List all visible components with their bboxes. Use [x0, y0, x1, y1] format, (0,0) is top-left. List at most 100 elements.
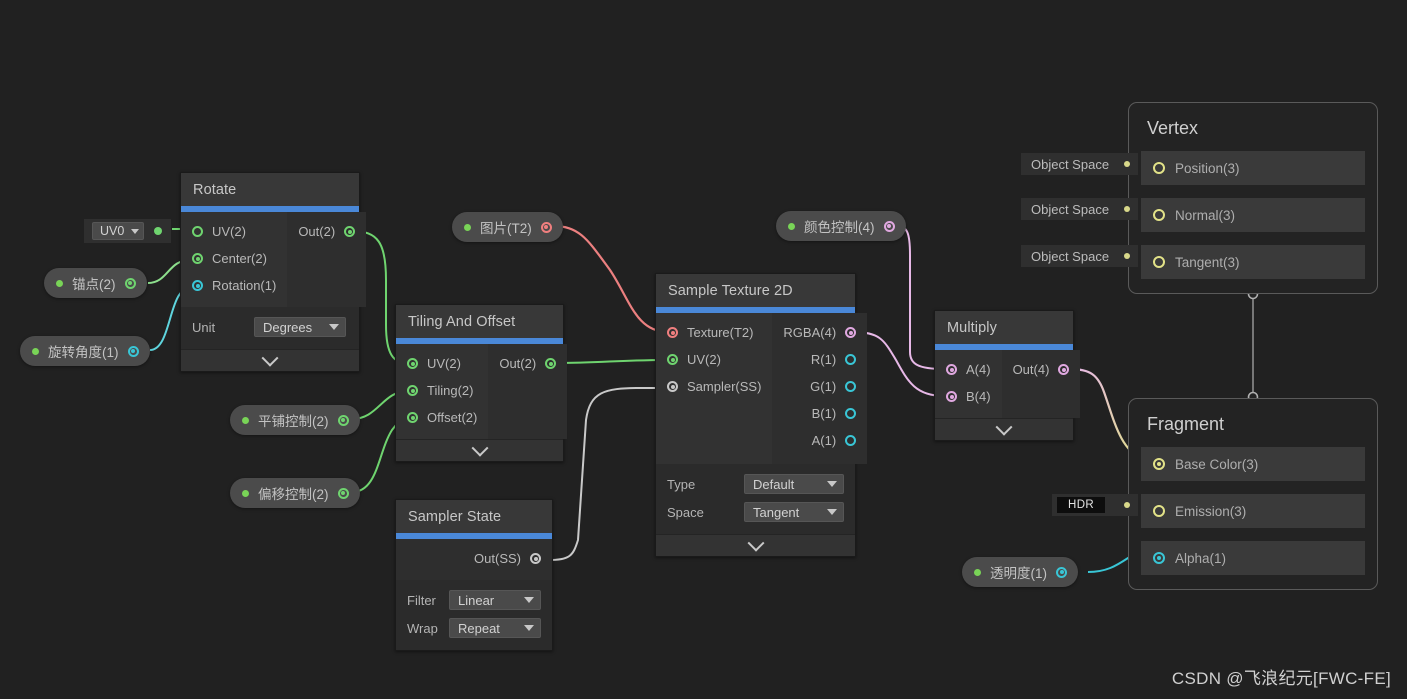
port-slot[interactable] — [845, 327, 857, 338]
hdr-selector-dot[interactable] — [1124, 502, 1130, 508]
port-slot[interactable] — [407, 385, 418, 396]
output-port-g[interactable]: G(1) — [772, 373, 867, 400]
port-slot[interactable] — [192, 253, 203, 264]
node-multiply[interactable]: Multiply A(4) B(4) Out(4) — [934, 310, 1081, 441]
property-output-slot[interactable] — [883, 220, 895, 232]
property-node-rotation-angle[interactable]: 旋转角度(1) — [20, 336, 150, 366]
node-expand-toggle[interactable] — [181, 349, 359, 371]
master-node-fragment[interactable]: Fragment Base Color(3) Emission(3) Alpha… — [1128, 398, 1378, 590]
port-slot[interactable] — [946, 364, 957, 375]
uv0-channel-dropdown[interactable]: UV0 — [92, 222, 145, 240]
property-node-color-control[interactable]: 颜色控制(4) — [776, 211, 906, 241]
input-port-texture[interactable]: Texture(T2) — [656, 319, 772, 346]
port-slot[interactable] — [192, 226, 203, 237]
shader-graph-canvas[interactable]: UV0 锚点(2) 旋转角度(1) 平铺控制(2) 偏移控制(2) 图片(T2)… — [0, 0, 1407, 699]
master-row-base-color[interactable]: Base Color(3) — [1141, 447, 1365, 481]
port-slot[interactable] — [530, 553, 541, 564]
space-selector-dot[interactable] — [1124, 161, 1130, 167]
property-node-offset[interactable]: 偏移控制(2) — [230, 478, 360, 508]
output-port-r[interactable]: R(1) — [772, 346, 867, 373]
port-slot[interactable] — [1058, 364, 1070, 375]
space-selector-dot[interactable] — [1124, 253, 1130, 259]
output-port-b[interactable]: B(1) — [772, 400, 867, 427]
input-port-b[interactable]: B(4) — [935, 383, 1002, 410]
input-port-a[interactable]: A(4) — [935, 356, 1002, 383]
port-slot[interactable] — [192, 280, 203, 291]
port-slot[interactable] — [407, 358, 418, 369]
output-port-rgba[interactable]: RGBA(4) — [772, 319, 867, 346]
port-slot[interactable] — [845, 435, 857, 446]
property-node-texture[interactable]: 图片(T2) — [452, 212, 563, 242]
port-slot[interactable] — [667, 354, 678, 365]
field-space[interactable]: Space Tangent — [667, 498, 844, 526]
field-type[interactable]: Type Default — [667, 470, 844, 498]
field-wrap[interactable]: Wrap Repeat — [407, 614, 541, 642]
property-output-slot[interactable] — [127, 345, 139, 357]
property-node-alpha[interactable]: 透明度(1) — [962, 557, 1078, 587]
space-selector-dot[interactable] — [1124, 206, 1130, 212]
input-port-uv[interactable]: UV(2) — [396, 350, 488, 377]
input-port-offset[interactable]: Offset(2) — [396, 404, 488, 431]
node-expand-toggle[interactable] — [396, 439, 563, 461]
port-slot[interactable] — [667, 381, 678, 392]
port-slot[interactable] — [344, 226, 356, 237]
node-title: Tiling And Offset — [396, 305, 563, 338]
input-port-sampler[interactable]: Sampler(SS) — [656, 373, 772, 400]
space-dropdown[interactable]: Tangent — [744, 502, 844, 522]
field-unit[interactable]: Unit Degrees — [192, 313, 348, 341]
port-slot[interactable] — [845, 354, 857, 365]
uv0-node[interactable]: UV0 — [84, 219, 172, 243]
master-node-vertex[interactable]: Vertex Position(3) Normal(3) Tangent(3) — [1128, 102, 1378, 294]
field-filter[interactable]: Filter Linear — [407, 586, 541, 614]
master-port-slot[interactable] — [1153, 209, 1165, 221]
port-slot[interactable] — [845, 381, 857, 392]
master-port-slot[interactable] — [1153, 505, 1165, 517]
output-port-out[interactable]: Out(SS) — [396, 545, 552, 572]
master-port-slot[interactable] — [1153, 256, 1165, 268]
uv0-output-dot[interactable] — [154, 227, 163, 235]
node-rotate[interactable]: Rotate UV(2) Center(2) Rotation(1) Out(2… — [180, 172, 367, 372]
input-port-tiling[interactable]: Tiling(2) — [396, 377, 488, 404]
property-output-slot[interactable] — [337, 414, 349, 426]
type-dropdown[interactable]: Default — [744, 474, 844, 494]
property-node-anchor[interactable]: 锚点(2) — [44, 268, 147, 298]
node-sampler-state[interactable]: Sampler State Out(SS) Filter Linear Wrap — [395, 499, 553, 651]
wrap-dropdown[interactable]: Repeat — [449, 618, 541, 638]
node-expand-toggle[interactable] — [935, 418, 1073, 440]
output-port-a[interactable]: A(1) — [772, 427, 867, 454]
master-row-tangent[interactable]: Tangent(3) — [1141, 245, 1365, 279]
input-port-rotation[interactable]: Rotation(1) — [181, 272, 287, 299]
input-port-uv[interactable]: UV(2) — [181, 218, 287, 245]
property-output-slot[interactable] — [540, 221, 552, 233]
input-port-center[interactable]: Center(2) — [181, 245, 287, 272]
hdr-selector-emission[interactable]: HDR — [1052, 494, 1138, 516]
property-output-slot[interactable] — [337, 487, 349, 499]
filter-dropdown[interactable]: Linear — [449, 590, 541, 610]
node-sample-texture-2d[interactable]: Sample Texture 2D Texture(T2) UV(2) Samp… — [655, 273, 868, 557]
property-output-slot[interactable] — [124, 277, 136, 289]
node-expand-toggle[interactable] — [656, 534, 855, 556]
port-slot[interactable] — [545, 358, 557, 369]
master-row-emission[interactable]: Emission(3) — [1141, 494, 1365, 528]
node-tiling-and-offset[interactable]: Tiling And Offset UV(2) Tiling(2) Offset… — [395, 304, 568, 462]
space-selector-position[interactable]: Object Space — [1021, 153, 1138, 175]
master-port-slot[interactable] — [1153, 162, 1165, 174]
master-row-alpha[interactable]: Alpha(1) — [1141, 541, 1365, 575]
port-slot[interactable] — [667, 327, 678, 338]
space-selector-normal[interactable]: Object Space — [1021, 198, 1138, 220]
input-port-uv[interactable]: UV(2) — [656, 346, 772, 373]
master-row-position[interactable]: Position(3) — [1141, 151, 1365, 185]
master-port-slot[interactable] — [1153, 458, 1165, 470]
port-slot[interactable] — [407, 412, 418, 423]
unit-dropdown[interactable]: Degrees — [254, 317, 346, 337]
output-port-out[interactable]: Out(4) — [1002, 356, 1081, 383]
port-slot[interactable] — [946, 391, 957, 402]
output-port-out[interactable]: Out(2) — [488, 350, 567, 377]
master-row-normal[interactable]: Normal(3) — [1141, 198, 1365, 232]
port-slot[interactable] — [845, 408, 857, 419]
property-output-slot[interactable] — [1056, 566, 1067, 578]
output-port-out[interactable]: Out(2) — [287, 218, 366, 245]
space-selector-tangent[interactable]: Object Space — [1021, 245, 1138, 267]
property-node-tiling[interactable]: 平铺控制(2) — [230, 405, 360, 435]
master-port-slot[interactable] — [1153, 552, 1165, 564]
